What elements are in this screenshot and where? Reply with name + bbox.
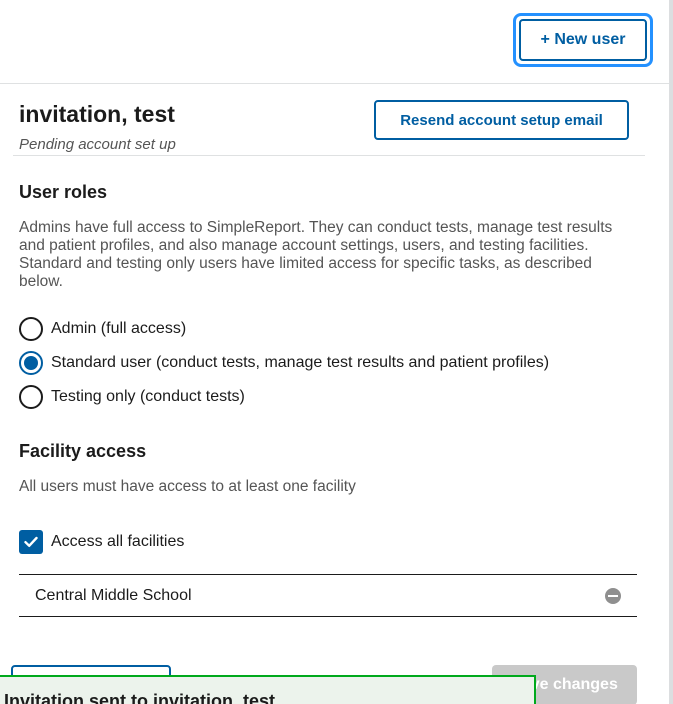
radio-button[interactable] bbox=[19, 317, 43, 341]
role-option-label: Admin (full access) bbox=[51, 320, 187, 337]
success-toast: Invitation sent to invitation, test bbox=[0, 675, 536, 704]
facility-access-title: Facility access bbox=[19, 441, 147, 461]
role-option-standard[interactable]: Standard user (conduct tests, manage tes… bbox=[19, 351, 549, 375]
radio-button[interactable] bbox=[19, 385, 43, 409]
role-option-label: Testing only (conduct tests) bbox=[51, 388, 245, 405]
facility-row: Central Middle School bbox=[19, 574, 637, 617]
user-roles-title: User roles bbox=[19, 182, 108, 202]
access-all-facilities-checkbox-row[interactable]: Access all facilities bbox=[19, 530, 184, 554]
toast-message: Invitation sent to invitation, test bbox=[4, 691, 276, 704]
radio-button-checked[interactable] bbox=[19, 351, 43, 375]
new-user-button-label: + New user bbox=[519, 19, 647, 61]
user-name-heading: invitation, test bbox=[19, 101, 175, 127]
divider bbox=[13, 155, 645, 156]
checkbox-checked[interactable] bbox=[19, 530, 43, 554]
new-user-button[interactable]: + New user bbox=[513, 13, 653, 67]
user-status-text: Pending account set up bbox=[19, 136, 176, 153]
resend-setup-email-button[interactable]: Resend account setup email bbox=[374, 100, 629, 140]
facility-access-description: All users must have access to at least o… bbox=[19, 478, 356, 495]
role-option-admin[interactable]: Admin (full access) bbox=[19, 317, 186, 341]
user-roles-description: Admins have full access to SimpleReport.… bbox=[19, 219, 613, 290]
facility-name: Central Middle School bbox=[35, 586, 192, 604]
remove-circle-icon[interactable] bbox=[605, 587, 621, 604]
manage-users-page: + New user invitation, test Pending acco… bbox=[0, 0, 673, 704]
access-all-facilities-label: Access all facilities bbox=[51, 533, 185, 550]
checkmark-icon bbox=[24, 536, 38, 547]
role-option-label: Standard user (conduct tests, manage tes… bbox=[51, 354, 550, 371]
scrollbar-edge bbox=[669, 0, 673, 704]
role-option-testing-only[interactable]: Testing only (conduct tests) bbox=[19, 385, 245, 409]
